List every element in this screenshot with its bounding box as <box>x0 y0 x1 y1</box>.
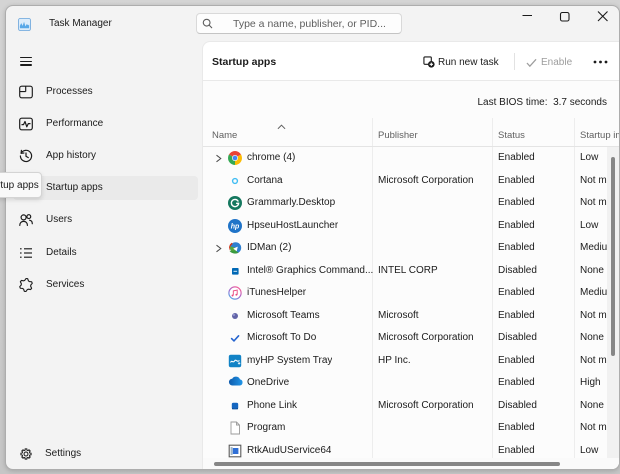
svg-text:hp: hp <box>231 223 240 230</box>
